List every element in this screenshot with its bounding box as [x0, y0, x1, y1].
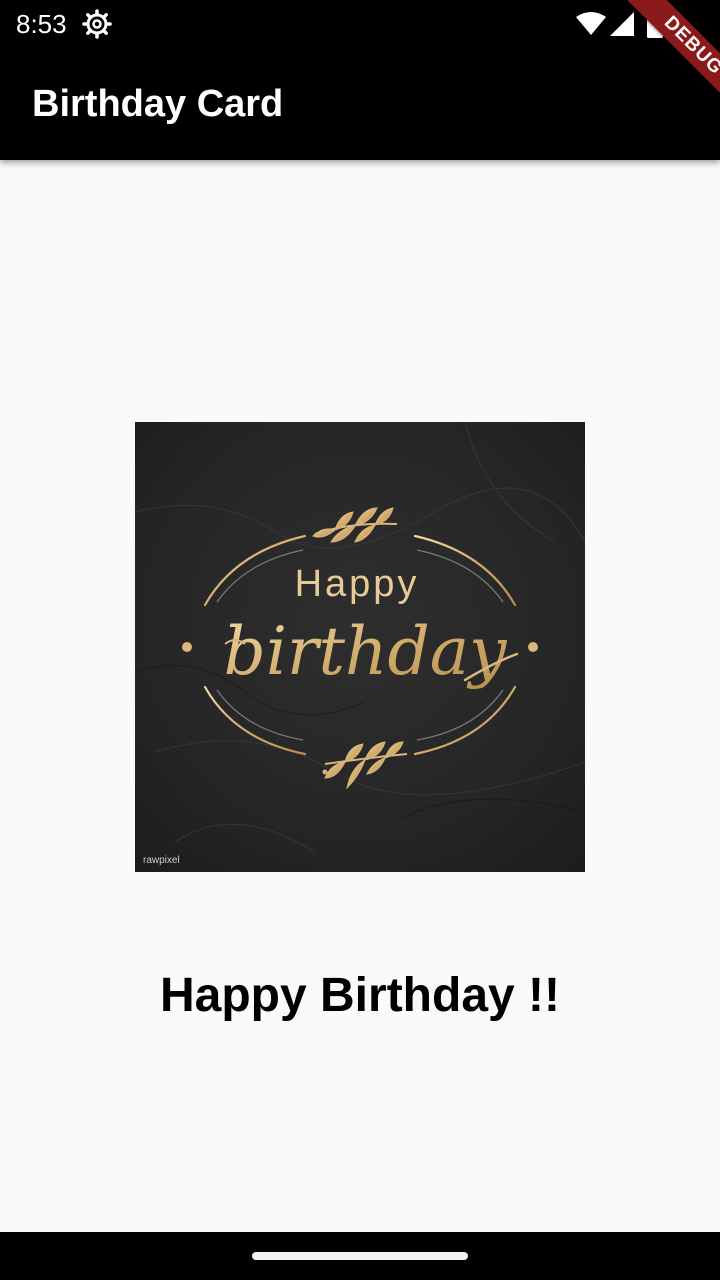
app-title: Birthday Card — [32, 83, 284, 125]
birthday-message: Happy Birthday !! — [159, 969, 561, 1022]
birthday-card-image: Happy birthday rawpixel — [135, 422, 585, 872]
card-text-happy: Happy — [295, 563, 420, 605]
debug-banner-label: DEBUG — [615, 0, 720, 124]
card-text-birthday: birthday — [224, 613, 508, 690]
status-time: 8:53 — [16, 9, 67, 39]
debug-banner: DEBUG — [590, 0, 720, 130]
home-handle[interactable] — [252, 1252, 468, 1260]
settings-icon — [82, 9, 112, 39]
navigation-bar — [0, 1232, 720, 1280]
watermark-text: rawpixel — [143, 855, 180, 866]
